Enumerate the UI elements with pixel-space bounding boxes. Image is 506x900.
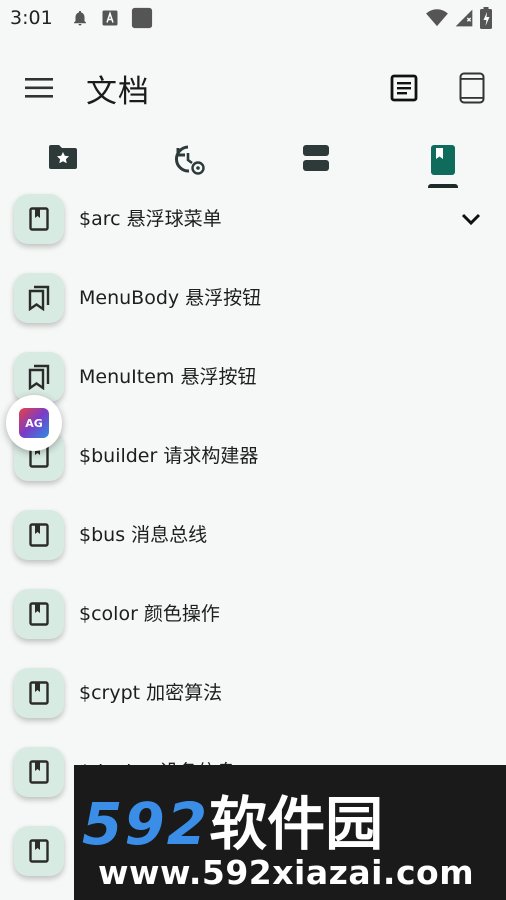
chevron-down-icon bbox=[461, 213, 481, 226]
book-icon bbox=[29, 839, 49, 863]
list-item-label: MenuBody 悬浮按钮 bbox=[79, 287, 262, 309]
bookmarks-icon bbox=[28, 364, 50, 390]
watermark-banner: 592软件园 www.592xiazai.com bbox=[74, 765, 506, 900]
wifi-icon bbox=[426, 9, 448, 27]
status-bar: 3:01 bbox=[0, 0, 506, 36]
list-item-label: $arc 悬浮球菜单 bbox=[79, 208, 222, 230]
page-title: 文档 bbox=[86, 74, 150, 110]
list-item-label: $bus 消息总线 bbox=[79, 524, 208, 546]
app-logo-icon: AG bbox=[19, 408, 49, 438]
list-item-icon bbox=[14, 273, 64, 323]
watermark-url: www.592xiazai.com bbox=[98, 853, 475, 892]
list-item-icon bbox=[14, 747, 64, 797]
folder-star-icon bbox=[49, 145, 77, 169]
article-icon bbox=[390, 74, 418, 102]
list-item[interactable]: MenuItem 悬浮按钮 bbox=[0, 338, 506, 416]
list-item-icon bbox=[14, 589, 64, 639]
book-icon bbox=[29, 760, 49, 784]
list-item[interactable]: $color 颜色操作 bbox=[0, 575, 506, 653]
list-item[interactable]: $builder 请求构建器 bbox=[0, 417, 506, 495]
watermark-digits: 592 bbox=[82, 790, 210, 858]
list-item[interactable]: $arc 悬浮球菜单 bbox=[0, 180, 506, 258]
battery-icon bbox=[480, 7, 492, 29]
floating-badge-text: AG bbox=[25, 416, 43, 430]
list-item-label: $builder 请求构建器 bbox=[79, 445, 259, 467]
list-item[interactable]: $crypt 加密算法 bbox=[0, 654, 506, 732]
status-time: 3:01 bbox=[10, 7, 53, 29]
notification-bell-icon bbox=[73, 10, 86, 26]
list-item[interactable]: MenuBody 悬浮按钮 bbox=[0, 259, 506, 337]
tablet-icon bbox=[459, 72, 485, 104]
watermark-brand: 592软件园 bbox=[82, 777, 383, 861]
floating-app-badge[interactable]: AG bbox=[6, 395, 62, 451]
list-item-label: $color 颜色操作 bbox=[79, 603, 220, 625]
list-item-label: $crypt 加密算法 bbox=[79, 682, 223, 704]
book-icon bbox=[29, 602, 49, 626]
view-agenda-icon bbox=[303, 145, 329, 171]
list-item-icon bbox=[14, 826, 64, 876]
app-bar: 文档 bbox=[0, 52, 506, 124]
book-icon bbox=[431, 145, 455, 175]
list-item-label: MenuItem 悬浮按钮 bbox=[79, 366, 257, 388]
menu-button[interactable] bbox=[22, 72, 58, 104]
list-item[interactable]: $bus 消息总线 bbox=[0, 496, 506, 574]
document-view-button[interactable] bbox=[386, 70, 422, 106]
expand-button[interactable] bbox=[458, 206, 484, 232]
watermark-brand-cn: 软件园 bbox=[209, 790, 384, 858]
list-item-icon bbox=[14, 510, 64, 560]
notification-icons bbox=[71, 7, 153, 29]
list-item-icon bbox=[14, 668, 64, 718]
list-item-icon bbox=[14, 194, 64, 244]
book-icon bbox=[29, 207, 49, 231]
history-settings-icon bbox=[175, 145, 205, 175]
tablet-view-button[interactable] bbox=[454, 70, 490, 106]
book-icon bbox=[29, 681, 49, 705]
hamburger-menu-icon bbox=[25, 78, 53, 98]
app-square-icon bbox=[131, 7, 152, 29]
bookmarks-icon bbox=[28, 285, 50, 311]
book-icon bbox=[29, 523, 49, 547]
cell-signal-icon bbox=[455, 9, 473, 27]
font-a-icon bbox=[102, 10, 118, 26]
system-icons bbox=[426, 7, 492, 29]
